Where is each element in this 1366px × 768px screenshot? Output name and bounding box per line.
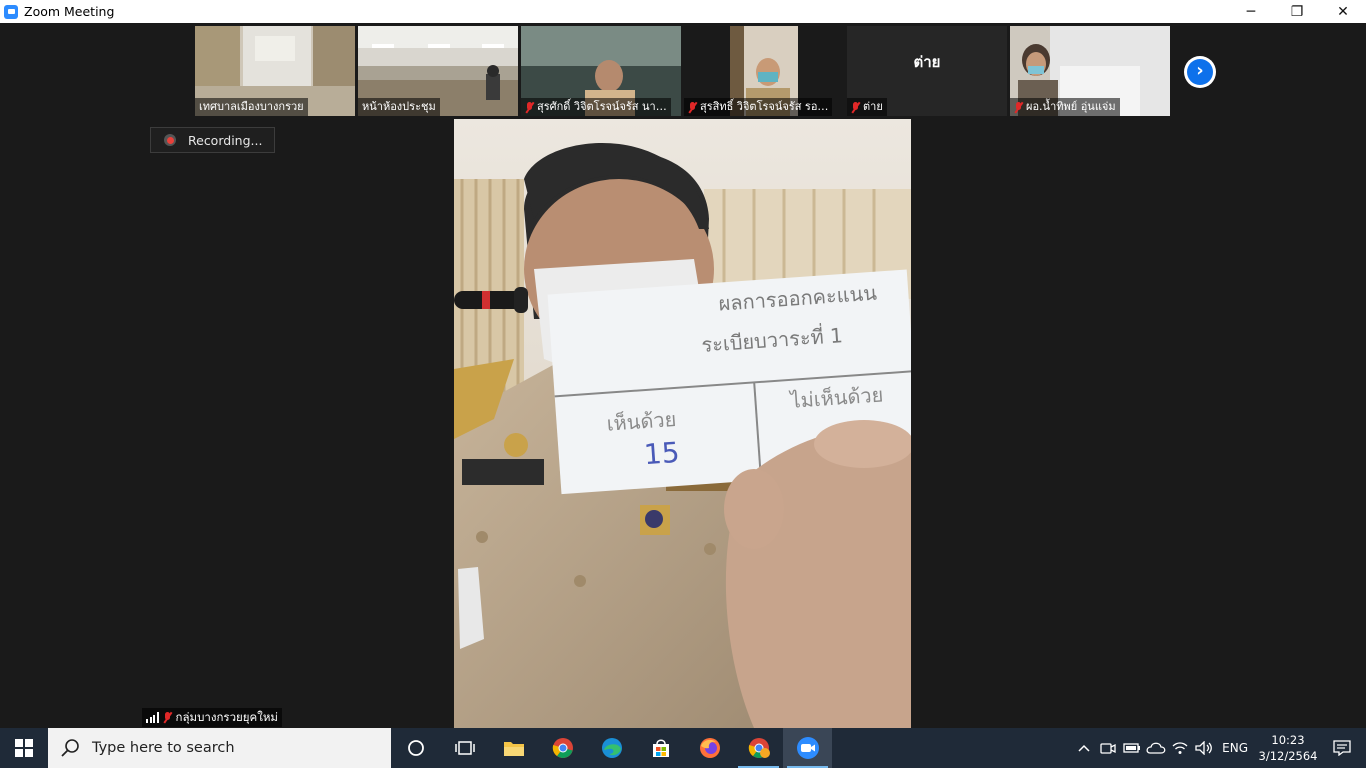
network-button[interactable] — [1168, 741, 1192, 755]
task-view-icon — [454, 741, 475, 755]
notification-icon — [1333, 740, 1351, 756]
window-title: Zoom Meeting — [24, 4, 115, 19]
search-icon — [61, 739, 79, 757]
speaker-video-frame: ผลการออกคะแนน ระเบียบวาระที่ 1 เห็นด้วย … — [454, 119, 911, 728]
zoom-app-icon — [4, 4, 18, 19]
store-button[interactable] — [636, 728, 685, 768]
signal-strength-icon — [146, 712, 159, 723]
active-speaker-video: ผลการออกคะแนน ระเบียบวาระที่ 1 เห็นด้วย … — [454, 119, 911, 728]
participant-name: เทศบาลเมืองบางกรวย — [199, 100, 304, 113]
active-speaker-label: กลุ่มบางกรวยยุคใหม่ — [142, 708, 283, 727]
chrome-icon — [748, 738, 770, 758]
chrome-icon — [552, 738, 573, 758]
participant-thumbnail[interactable]: ต่าย ต่าย — [847, 26, 1007, 116]
wifi-icon — [1172, 742, 1188, 754]
participant-name: หน้าห้องประชุม — [362, 100, 436, 113]
zoom-icon — [796, 737, 819, 759]
participant-name: สุรสิทธิ์ วิจิตโรจน์จรัส รอ… — [700, 100, 829, 113]
participant-thumbnail[interactable]: ผอ.น้ำทิพย์ อุ่นแจ่ม — [1010, 26, 1170, 116]
active-speaker-name: กลุ่มบางกรวยยุคใหม่ — [175, 709, 279, 724]
muted-mic-icon — [1014, 101, 1023, 113]
taskbar: Type here to search ENG 10:23 3/12/2564 — [0, 728, 1366, 768]
record-icon — [164, 134, 176, 146]
speaker-icon — [1195, 741, 1213, 755]
start-button[interactable] — [0, 728, 48, 768]
firefox-button[interactable] — [685, 728, 734, 768]
clock-date: 3/12/2564 — [1258, 749, 1318, 763]
participant-thumbnail[interactable]: หน้าห้องประชุม — [358, 26, 518, 116]
chrome-profile-button[interactable] — [734, 728, 783, 768]
muted-mic-icon — [688, 101, 697, 113]
muted-mic-icon — [525, 101, 534, 113]
chevron-up-icon — [1078, 744, 1090, 752]
cortana-button[interactable] — [391, 728, 440, 768]
firefox-icon — [699, 738, 720, 758]
minimize-button[interactable]: ─ — [1228, 0, 1274, 23]
title-bar: Zoom Meeting ─ ❐ ✕ — [0, 0, 1366, 23]
volume-button[interactable] — [1192, 741, 1216, 755]
battery-icon — [1123, 743, 1141, 753]
chrome-button[interactable] — [538, 728, 587, 768]
cloud-icon — [1146, 742, 1166, 754]
close-button[interactable]: ✕ — [1320, 0, 1366, 23]
file-explorer-button[interactable] — [489, 728, 538, 768]
participant-name: ต่าย — [863, 100, 883, 113]
muted-mic-icon — [163, 712, 172, 723]
edge-icon — [601, 738, 622, 758]
search-placeholder: Type here to search — [92, 740, 235, 756]
card-agree-count: 15 — [643, 436, 681, 471]
participant-video-name: ต่าย — [913, 53, 941, 71]
edge-button[interactable] — [587, 728, 636, 768]
camera-icon — [1100, 743, 1116, 754]
folder-icon — [503, 742, 524, 756]
battery-button[interactable] — [1120, 742, 1144, 754]
chevron-right-icon: › — [1187, 59, 1213, 85]
taskbar-search-box[interactable]: Type here to search — [48, 728, 391, 768]
recording-indicator[interactable]: Recording... — [150, 127, 275, 153]
muted-mic-icon — [851, 101, 860, 113]
input-language-indicator[interactable]: ENG — [1222, 741, 1248, 755]
next-page-button[interactable]: › — [1184, 56, 1216, 88]
store-icon — [652, 739, 669, 757]
participant-thumbnail[interactable]: สุรศักดิ์ วิจิตโรจน์จรัส นา… — [521, 26, 681, 116]
system-tray: ENG 10:23 3/12/2564 — [1072, 728, 1366, 768]
participant-thumbnail[interactable]: สุรสิทธิ์ วิจิตโรจน์จรัส รอ… — [684, 26, 844, 116]
participant-name: สุรศักดิ์ วิจิตโรจน์จรัส นา… — [537, 100, 667, 113]
clock-time: 10:23 — [1271, 733, 1305, 747]
restore-button[interactable]: ❐ — [1274, 0, 1320, 23]
windows-icon — [15, 739, 33, 757]
card-agree-label: เห็นด้วย — [606, 406, 677, 436]
zoom-taskbar-button[interactable] — [783, 728, 832, 768]
meeting-area: เทศบาลเมืองบางกรวย หน้าห้องประชุม สุรศัก… — [0, 23, 1366, 728]
onedrive-button[interactable] — [1144, 741, 1168, 755]
meet-now-button[interactable] — [1096, 741, 1120, 755]
recording-label: Recording... — [188, 132, 263, 148]
participant-name: ผอ.น้ำทิพย์ อุ่นแจ่ม — [1026, 100, 1116, 113]
cortana-icon — [407, 740, 424, 756]
action-center-button[interactable] — [1318, 740, 1366, 756]
taskbar-clock[interactable]: 10:23 3/12/2564 — [1258, 732, 1318, 764]
participant-thumbnail[interactable]: เทศบาลเมืองบางกรวย — [195, 26, 355, 116]
task-view-button[interactable] — [440, 728, 489, 768]
show-hidden-icons-button[interactable] — [1072, 744, 1096, 752]
